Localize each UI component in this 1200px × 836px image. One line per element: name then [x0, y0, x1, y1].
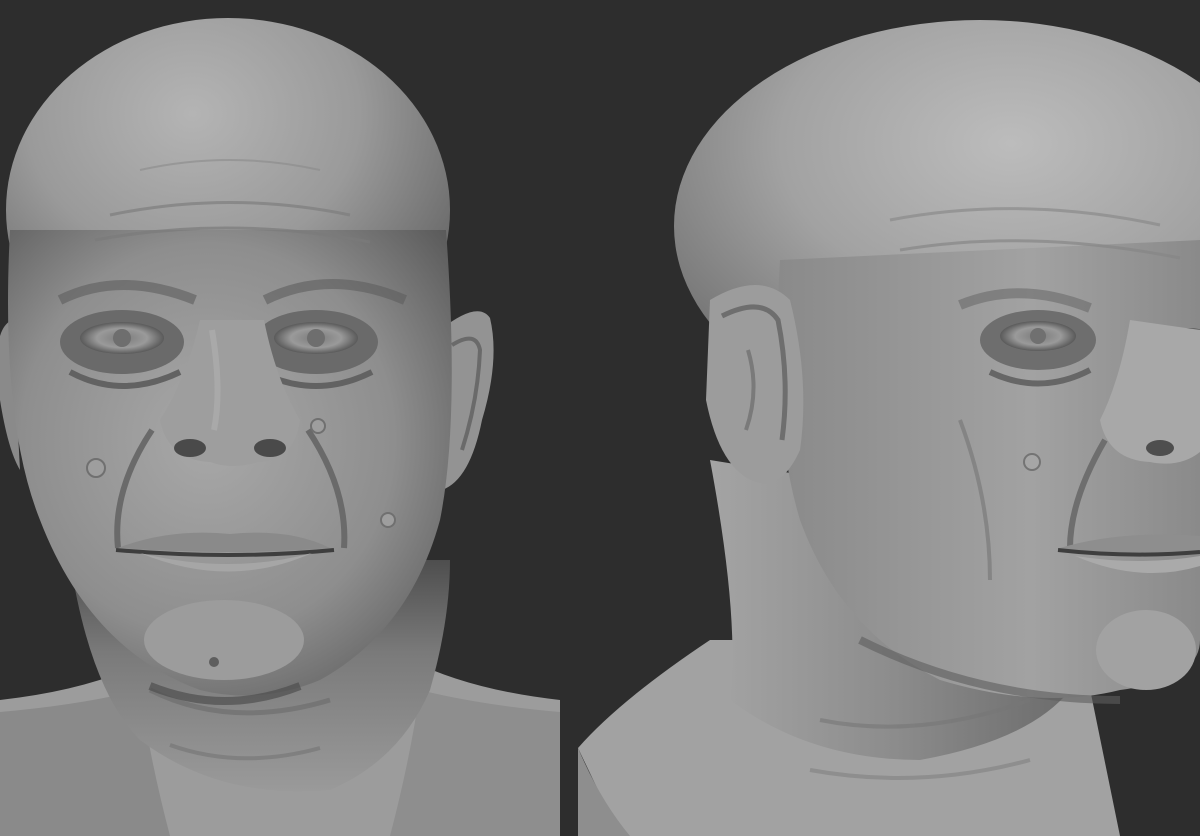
- three-quarter-head-render: [578, 20, 1200, 836]
- three-quarter-chin: [1096, 610, 1196, 690]
- front-view: [0, 0, 560, 836]
- three-quarter-view: [560, 0, 1200, 836]
- front-chin: [144, 600, 304, 680]
- sculpt-viewport: [0, 0, 1200, 836]
- front-head-render: [0, 18, 560, 836]
